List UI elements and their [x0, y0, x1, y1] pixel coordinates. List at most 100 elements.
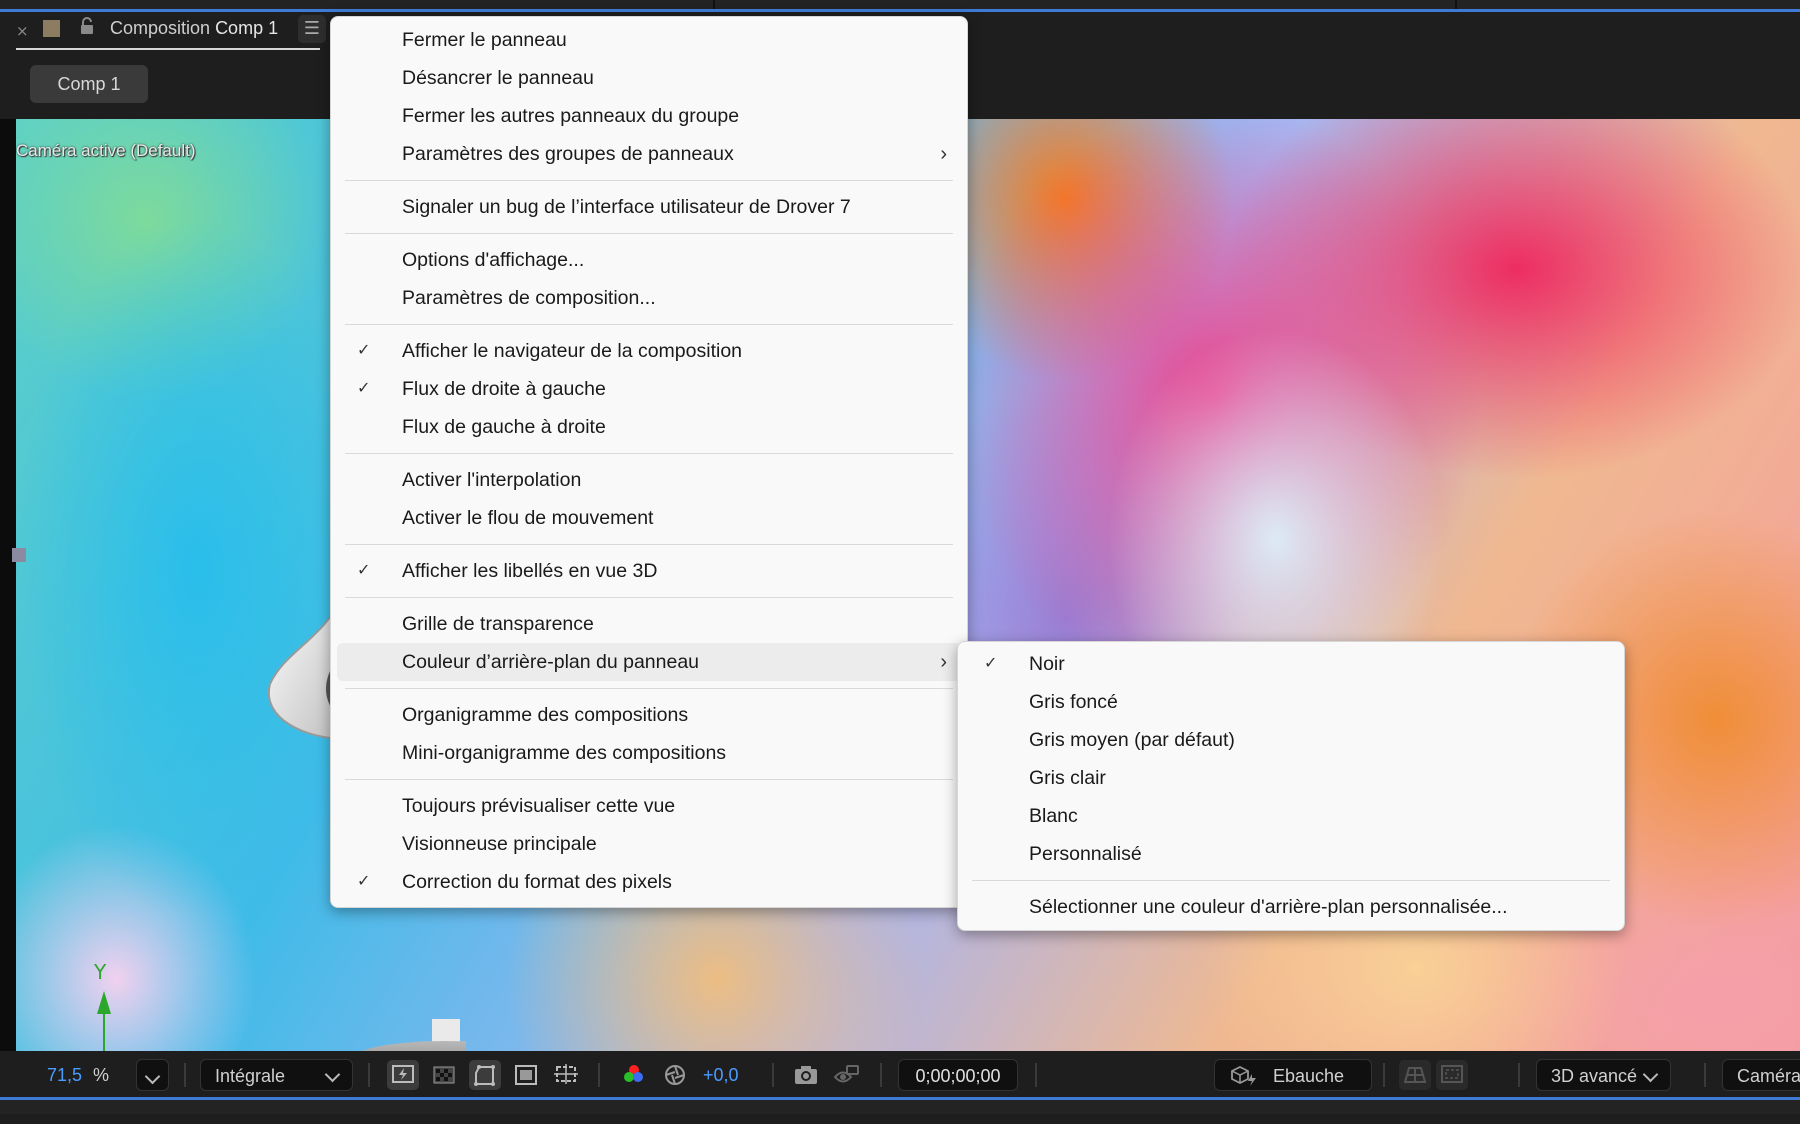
panel-context-menu: Fermer le panneau Désancrer le panneau Fer… [330, 16, 968, 908]
menu-item[interactable]: Couleur d’arrière-plan du panneau › [337, 643, 961, 681]
checkmark-icon: ✓ [357, 380, 371, 397]
comp-navigator-button[interactable]: Comp 1 [30, 65, 148, 103]
show-snapshot-icon[interactable] [831, 1060, 863, 1090]
custom-background-color-item[interactable]: Sélectionner une couleur d'arrière-plan … [964, 888, 1618, 926]
top-panel-strip [0, 0, 1800, 9]
menu-item[interactable]: Fermer les autres panneaux du groupe [337, 97, 961, 135]
menu-item[interactable]: Désancrer le panneau [337, 59, 961, 97]
snapshot-camera-icon[interactable] [790, 1060, 822, 1090]
renderer-value: 3D avancé [1551, 1066, 1638, 1086]
menu-item[interactable]: Visionneuse principale [337, 825, 961, 863]
toolbar-divider [1035, 1063, 1037, 1087]
label-color-swatch[interactable] [43, 20, 60, 37]
menu-item[interactable]: Organigramme des compositions [337, 696, 961, 734]
menu-separator [972, 880, 1610, 881]
menu-item-label: Fermer les autres panneaux du groupe [402, 105, 740, 127]
bottom-panel-strip [0, 1100, 1800, 1114]
menu-item-label: Options d'affichage... [402, 249, 585, 271]
checkmark-icon: ✓ [357, 342, 371, 359]
menu-item-label: Désancrer le panneau [402, 67, 594, 89]
color-channels-icon[interactable] [618, 1060, 650, 1090]
3d-axis-gizmo: Y Z X [93, 960, 128, 1051]
toolbar-divider [772, 1063, 774, 1087]
panel-tab-composition[interactable]: Composition Comp 1 [110, 18, 278, 39]
menu-item[interactable]: ✓ Afficher les libellés en vue 3D [337, 552, 961, 590]
submenu-item-label: Personnalisé [1029, 843, 1142, 865]
checkmark-icon: ✓ [357, 873, 371, 890]
menu-item[interactable]: Paramètres de composition... [337, 279, 961, 317]
reset-exposure-icon[interactable] [659, 1060, 691, 1090]
chevron-right-icon: › [940, 651, 947, 673]
menu-item[interactable]: Activer l'interpolation [337, 461, 961, 499]
mask-visibility-icon[interactable] [469, 1060, 501, 1090]
axis-y-label: Y [93, 960, 107, 984]
renderer-dropdown[interactable]: 3D avancé [1536, 1059, 1671, 1091]
menu-separator [345, 180, 953, 181]
chevron-down-icon [1642, 1066, 1659, 1083]
current-time-field[interactable]: 0;00;00;00 [898, 1059, 1018, 1091]
menu-item[interactable]: Fermer le panneau [337, 21, 961, 59]
toolbar-divider [598, 1063, 600, 1087]
menu-item[interactable]: Toujours prévisualiser cette vue [337, 787, 961, 825]
resolution-dropdown[interactable]: Intégrale [200, 1059, 353, 1091]
panel-menu-button[interactable]: ☰ [298, 15, 326, 43]
menu-item[interactable]: ✓ Flux de droite à gauche [337, 370, 961, 408]
menu-separator [345, 544, 953, 545]
submenu-item-label: Gris clair [1029, 767, 1106, 789]
camera-view-value: Caméra [1737, 1066, 1800, 1086]
tab-prefix: Composition [110, 18, 211, 38]
toolbar-divider [1704, 1063, 1706, 1087]
lock-icon[interactable] [80, 17, 94, 39]
hamburger-icon: ☰ [303, 18, 321, 39]
submenu-item[interactable]: Blanc [964, 797, 1618, 835]
draft-3d-button[interactable]: Ebauche 3D [1214, 1059, 1372, 1118]
menu-item-label: Paramètres des groupes de panneaux [402, 143, 734, 165]
menu-item[interactable]: Mini-organigramme des compositions [337, 734, 961, 772]
extended-viewer-icon[interactable] [1436, 1060, 1468, 1090]
ground-plane-icon[interactable] [1399, 1060, 1431, 1090]
zoom-unit: % [93, 1065, 110, 1085]
zoom-value[interactable]: 71,5 [47, 1059, 82, 1091]
guides-options-icon[interactable] [550, 1060, 582, 1090]
menu-item[interactable]: Signaler un bug de l’interface utilisate… [337, 188, 961, 226]
zoom-dropdown-button[interactable] [136, 1059, 169, 1091]
menu-item[interactable]: Paramètres des groupes de panneaux › [337, 135, 961, 173]
menu-item[interactable]: ✓ Correction du format des pixels [337, 863, 961, 901]
submenu-item-label: Noir [1029, 653, 1065, 675]
viewer-resize-handle[interactable] [12, 548, 26, 562]
submenu-item[interactable]: Gris foncé [964, 683, 1618, 721]
transparency-grid-icon[interactable] [428, 1060, 460, 1090]
submenu-item[interactable]: Gris clair [964, 759, 1618, 797]
menu-item-label: Flux de gauche à droite [402, 416, 606, 438]
resolution-value: Intégrale [215, 1066, 286, 1086]
menu-item[interactable]: ✓ Afficher le navigateur de la compositio… [337, 332, 961, 370]
menu-item-label: Toujours prévisualiser cette vue [402, 795, 676, 817]
region-of-interest-icon[interactable] [510, 1060, 542, 1090]
active-camera-label: Caméra active (Default) [16, 141, 196, 160]
toolbar-divider [184, 1063, 186, 1087]
submenu-item-label: Gris moyen (par défaut) [1029, 729, 1235, 751]
checkmark-icon: ✓ [984, 655, 998, 672]
panel-divider [1455, 0, 1457, 9]
submenu-item[interactable]: Personnalisé [964, 835, 1618, 873]
menu-item-label: Activer l'interpolation [402, 469, 582, 491]
camera-view-dropdown[interactable]: Caméra [1722, 1059, 1800, 1091]
menu-item-label: Grille de transparence [402, 613, 594, 635]
menu-item-label: Organigramme des compositions [402, 704, 689, 726]
chevron-right-icon: › [940, 143, 947, 165]
menu-item-label: Activer le flou de mouvement [402, 507, 654, 529]
exposure-value[interactable]: +0,0 [703, 1059, 739, 1091]
menu-item[interactable]: Options d'affichage... [337, 241, 961, 279]
viewer-toolbar: 71,5 % Intégrale +0,0 0;00;00;00 Ebauche… [0, 1052, 1800, 1118]
fast-previews-icon[interactable] [387, 1060, 419, 1090]
submenu-item[interactable]: ✓ Noir [964, 645, 1618, 683]
submenu-item[interactable]: Gris moyen (par défaut) [964, 721, 1618, 759]
menu-item[interactable]: Grille de transparence [337, 605, 961, 643]
menu-item[interactable]: Activer le flou de mouvement [337, 499, 961, 537]
viewer-left-edge [0, 119, 16, 1051]
close-icon[interactable]: × [16, 22, 29, 40]
menu-item[interactable]: Flux de gauche à droite [337, 408, 961, 446]
chevron-down-icon [144, 1068, 161, 1085]
menu-item-label: Correction du format des pixels [402, 871, 672, 893]
tab-comp-name: Comp 1 [215, 18, 279, 38]
